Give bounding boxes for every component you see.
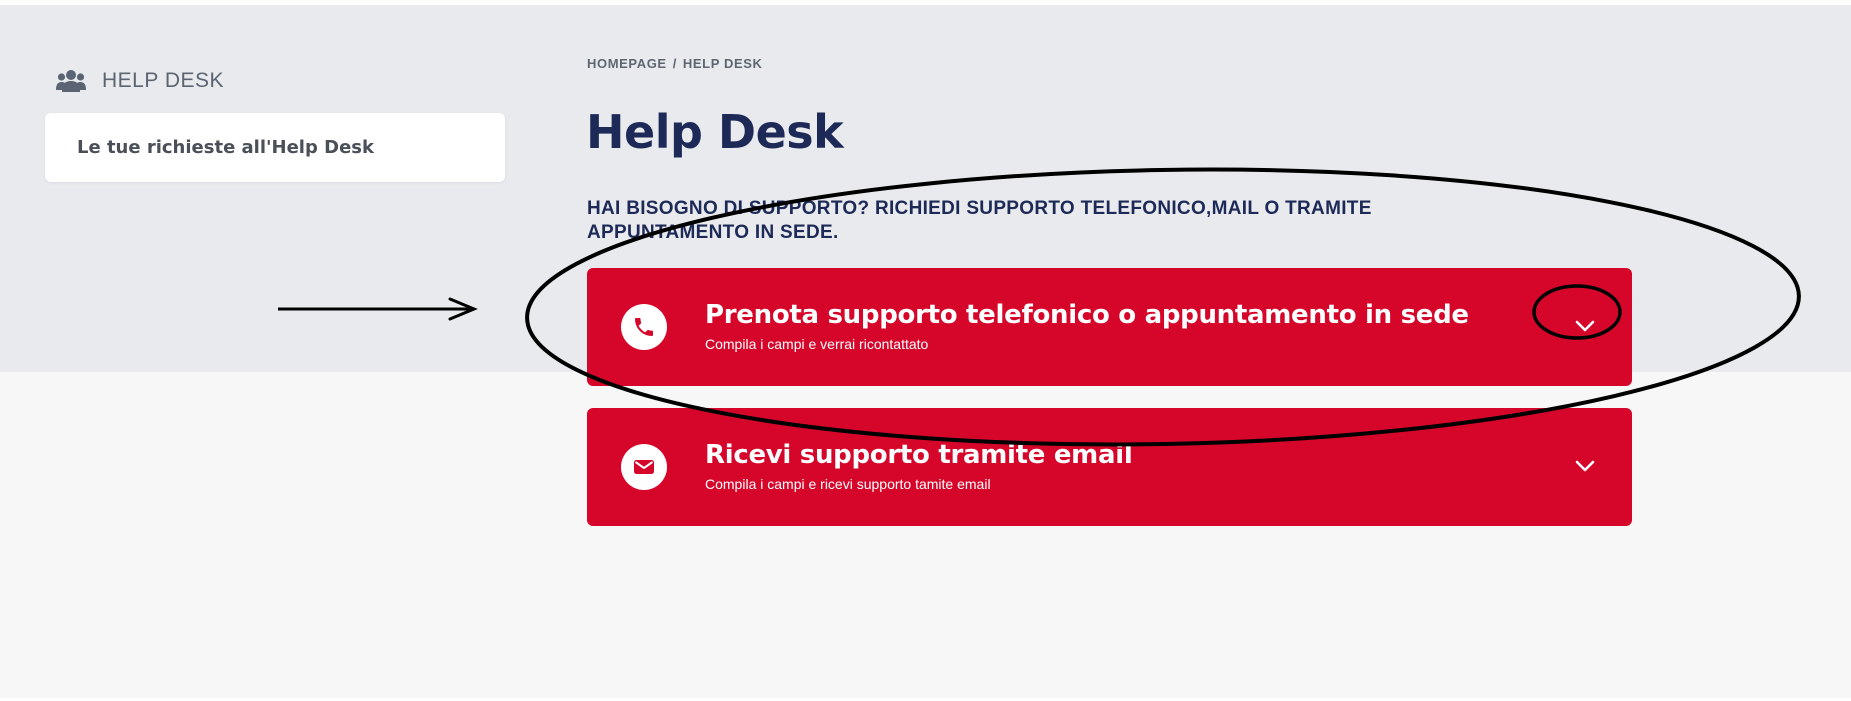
accordion-title: Prenota supporto telefonico o appuntamen… bbox=[705, 300, 1469, 330]
accordion-title: Ricevi supporto tramite email bbox=[705, 440, 1133, 470]
sidebar-item-label: Le tue richieste all'Help Desk bbox=[77, 137, 374, 158]
sidebar-header: HELP DESK bbox=[56, 61, 224, 101]
breadcrumb: HOMEPAGE / HELP DESK bbox=[587, 56, 762, 71]
phone-icon bbox=[635, 318, 653, 336]
breadcrumb-home-link[interactable]: HOMEPAGE bbox=[587, 56, 667, 71]
chevron-down-icon[interactable] bbox=[1572, 313, 1598, 339]
phone-icon-circle bbox=[621, 304, 667, 350]
envelope-icon bbox=[634, 460, 654, 474]
chevron-down-icon[interactable] bbox=[1572, 453, 1598, 479]
sidebar-item-requests[interactable]: Le tue richieste all'Help Desk bbox=[45, 113, 505, 182]
breadcrumb-separator: / bbox=[672, 56, 677, 71]
page-subtitle: HAI BISOGNO DI SUPPORTO? RICHIEDI SUPPOR… bbox=[587, 198, 1372, 243]
accordion-phone-support[interactable]: Prenota supporto telefonico o appuntamen… bbox=[587, 268, 1632, 386]
users-icon bbox=[56, 70, 86, 92]
accordion-subtitle: Compila i campi e verrai ricontattato bbox=[705, 336, 929, 352]
accordion-email-support[interactable]: Ricevi supporto tramite email Compila i … bbox=[587, 408, 1632, 526]
sidebar-title: HELP DESK bbox=[102, 69, 224, 92]
breadcrumb-current: HELP DESK bbox=[682, 56, 763, 71]
page-background: HELP DESK Le tue richieste all'Help Desk… bbox=[0, 5, 1851, 701]
accordion-subtitle: Compila i campi e ricevi supporto tamite… bbox=[705, 476, 991, 492]
envelope-icon-circle bbox=[621, 444, 667, 490]
page-title: Help Desk bbox=[586, 105, 844, 159]
